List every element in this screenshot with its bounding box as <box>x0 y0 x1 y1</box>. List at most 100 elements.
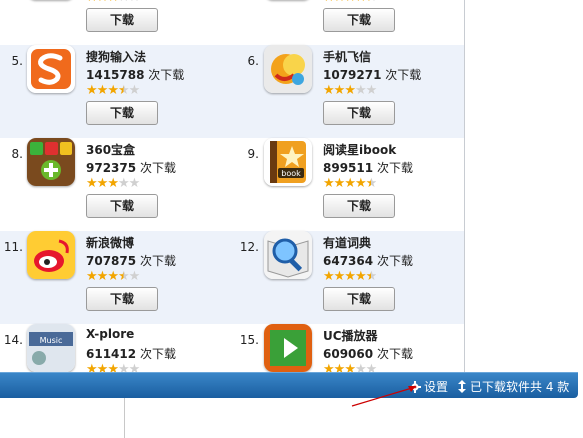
app-name[interactable]: 有道词典 <box>323 234 371 251</box>
download-count: 609060 次下载 <box>323 345 413 362</box>
app-list-item: 2308843 次下载★★★★★下载 <box>237 0 464 45</box>
app-name[interactable]: UC播放器 <box>323 327 378 344</box>
download-count-value: 609060 <box>323 347 374 361</box>
svg-text:Music: Music <box>40 336 63 345</box>
rating-star: ★ <box>96 362 109 373</box>
rating-star: ★ <box>366 0 378 5</box>
rating-star: ★ <box>354 269 367 284</box>
ibook-icon[interactable]: book <box>264 138 312 186</box>
app-list-item: 12. 有道词典 647364 次下载 ★★★★★ 下载 <box>237 231 464 324</box>
app-row: 2911377 次下载★★★★★下载2308843 次下载★★★★★下载 <box>0 0 464 45</box>
rating-stars: ★★★★★ <box>86 269 140 284</box>
rating-star: ★ <box>128 362 141 373</box>
download-count-value: 707875 <box>86 254 137 268</box>
rating-stars: ★★★★★ <box>86 362 141 373</box>
rating-star: ★ <box>86 0 98 5</box>
rating-star: ★ <box>344 0 356 5</box>
rating-star: ★ <box>107 176 119 191</box>
rating-star: ★ <box>117 269 130 284</box>
app-rank: 15. <box>239 333 259 347</box>
app-rank: 8. <box>11 147 23 161</box>
download-button[interactable]: 下载 <box>323 8 395 32</box>
download-button[interactable]: 下载 <box>323 194 395 218</box>
app-name[interactable]: 阅读星ibook <box>323 141 396 158</box>
rating-stars: ★★★★★ <box>86 0 141 5</box>
app-list-item: 11. 新浪微博 707875 次下载 ★★★★★ 下载 <box>0 231 230 324</box>
rating-star: ★ <box>333 362 346 373</box>
app-name[interactable]: 搜狗输入法 <box>86 48 146 65</box>
download-count: 972375 次下载 <box>86 159 176 176</box>
rating-star: ★ <box>129 0 141 5</box>
rating-star: ★ <box>355 0 367 5</box>
360-box-icon[interactable] <box>27 138 75 186</box>
fetion-icon[interactable] <box>264 45 312 93</box>
download-count-suffix: 次下载 <box>139 254 176 268</box>
settings-label: 设置 <box>424 380 449 394</box>
rating-star: ★ <box>107 269 119 284</box>
rating-stars: ★★★★★ <box>323 176 377 191</box>
rating-star: ★ <box>128 176 141 191</box>
xplore-icon[interactable]: Music <box>27 324 75 372</box>
download-button[interactable]: 下载 <box>86 8 158 32</box>
rating-star: ★ <box>344 269 356 284</box>
rating-star: ★ <box>333 176 346 191</box>
rating-star: ★ <box>117 176 130 191</box>
app-name[interactable]: 新浪微博 <box>86 234 134 251</box>
lower-divider <box>124 398 125 438</box>
rating-star: ★ <box>344 83 356 98</box>
side-panel <box>465 0 583 372</box>
weibo-icon[interactable] <box>27 231 75 279</box>
rating-stars: ★★★★★ <box>323 83 378 98</box>
download-count-value: 899511 <box>323 161 374 175</box>
download-count-suffix: 次下载 <box>139 347 176 361</box>
sogou-input-icon[interactable] <box>27 45 75 93</box>
download-count-value: 611412 <box>86 347 137 361</box>
rating-star: ★ <box>365 83 378 98</box>
uc-player-icon[interactable] <box>264 324 312 372</box>
download-count: 899511 次下载 <box>323 159 413 176</box>
rating-star: ★ <box>107 362 119 373</box>
rating-star: ★ <box>365 269 378 284</box>
downloaded-count-label: 已下载软件共 4 款 <box>470 380 570 394</box>
rating-stars: ★★★★★ <box>323 362 377 373</box>
app-rank: 5. <box>11 54 23 68</box>
app-name[interactable]: 360宝盒 <box>86 141 135 158</box>
download-button[interactable]: 下载 <box>86 287 158 311</box>
rating-star: ★ <box>118 0 130 5</box>
app-list-item: 6. 手机飞信 1079271 次下载 ★★★★★ 下载 <box>237 45 464 138</box>
rating-star: ★ <box>107 83 119 98</box>
download-button[interactable]: 下载 <box>323 287 395 311</box>
download-button[interactable]: 下载 <box>323 101 395 125</box>
rating-star: ★ <box>354 83 367 98</box>
download-button[interactable]: 下载 <box>86 101 158 125</box>
app-window: 2911377 次下载★★★★★下载2308843 次下载★★★★★下载5.搜狗… <box>0 0 583 438</box>
rating-star: ★ <box>128 83 141 98</box>
rating-star: ★ <box>354 176 367 191</box>
youdao-dict-icon[interactable] <box>264 231 312 279</box>
download-count-suffix: 次下载 <box>376 254 413 268</box>
app-list: 2911377 次下载★★★★★下载2308843 次下载★★★★★下载5.搜狗… <box>0 0 464 372</box>
status-bar: 设置 已下载软件共 4 款 <box>0 372 578 398</box>
rating-star: ★ <box>333 83 346 98</box>
rating-star: ★ <box>97 0 109 5</box>
download-button[interactable]: 下载 <box>86 194 158 218</box>
rating-star: ★ <box>96 269 109 284</box>
rating-star: ★ <box>323 83 335 98</box>
rating-stars: ★★★★★ <box>86 83 141 98</box>
app-rank: 9. <box>247 147 259 161</box>
app-name[interactable]: 手机飞信 <box>323 48 371 65</box>
rating-star: ★ <box>117 83 130 98</box>
rating-star: ★ <box>323 0 335 5</box>
annotation-arrow <box>351 386 416 407</box>
downloaded-count-button[interactable]: 已下载软件共 4 款 <box>458 378 569 395</box>
app-name[interactable]: X-plore <box>86 327 134 341</box>
download-count: 707875 次下载 <box>86 252 176 269</box>
rating-star: ★ <box>323 176 335 191</box>
download-count-suffix: 次下载 <box>148 68 185 82</box>
lower-panel <box>0 398 583 438</box>
app-list-item: 2911377 次下载★★★★★下载 <box>0 0 230 45</box>
svg-text:book: book <box>281 169 301 178</box>
app-row: 5. 搜狗输入法 1415788 次下载 ★★★★★ 下载 6. 手机飞信 1079271 次… <box>0 45 464 138</box>
rating-star: ★ <box>107 0 119 5</box>
app-list-item: 14.MusicX-plore611412 次下载★★★★★下载 <box>0 324 230 372</box>
